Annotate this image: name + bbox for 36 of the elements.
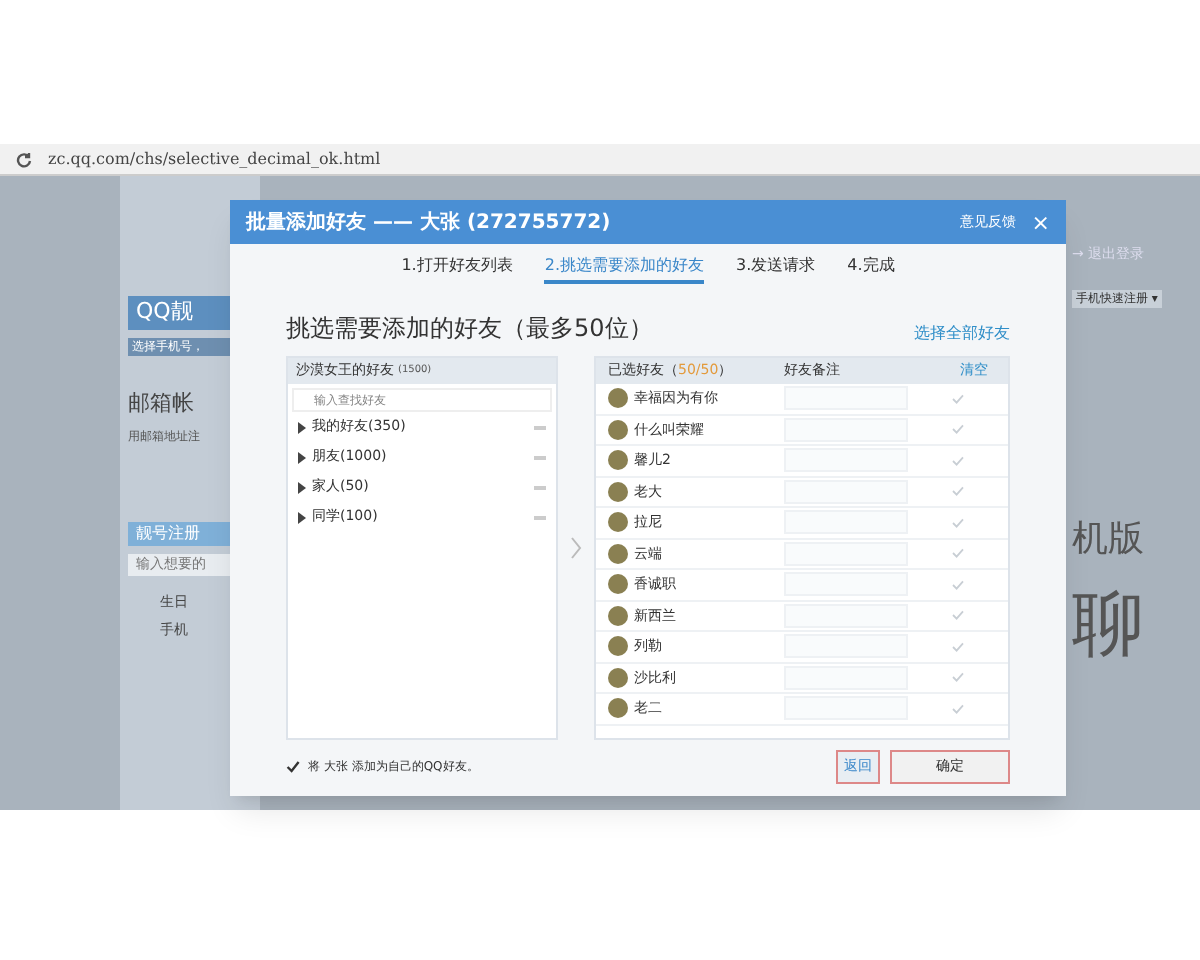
avatar [608, 543, 628, 564]
avatar [608, 636, 628, 657]
panel-title: 邮箱帐 [128, 387, 196, 419]
avatar [608, 574, 628, 595]
check-icon[interactable] [952, 703, 964, 714]
check-icon[interactable] [952, 517, 964, 528]
address-field[interactable]: zc.qq.com/chs/selective_decimal_ok.html [48, 147, 381, 171]
avatar [608, 388, 628, 409]
promo-text: 机版 [1072, 515, 1144, 563]
step-label: 2.挑选需要添加的好友 [544, 254, 704, 284]
check-icon[interactable] [952, 610, 964, 621]
remark-field[interactable] [784, 386, 908, 411]
check-icon[interactable] [952, 455, 964, 466]
step-label: 3.发送请求 [736, 254, 816, 278]
check-icon[interactable] [952, 641, 964, 652]
avatar [608, 667, 628, 688]
check-icon[interactable] [952, 393, 964, 404]
step-label: 1.打开好友列表 [401, 254, 513, 278]
reload-icon[interactable] [16, 151, 32, 167]
avatar [608, 481, 628, 502]
avatar [608, 698, 628, 719]
avatar [608, 450, 628, 471]
avatar [608, 605, 628, 626]
check-icon[interactable] [952, 548, 964, 559]
check-icon[interactable] [952, 486, 964, 497]
check-icon[interactable] [952, 424, 964, 435]
step-label: 4.完成 [847, 254, 895, 278]
check-icon[interactable] [952, 672, 964, 683]
add-self-checkbox[interactable] [286, 759, 300, 774]
check-icon[interactable] [952, 579, 964, 590]
avatar [608, 512, 628, 533]
avatar [608, 419, 628, 440]
dialog-title: 批量添加好友 —— 大张 (272755772) [246, 209, 613, 237]
chevron-right-icon [570, 536, 582, 560]
section-heading: 挑选需要添加的好友（最多50位） [286, 312, 653, 346]
promo-text: 聊 [1072, 589, 1144, 661]
